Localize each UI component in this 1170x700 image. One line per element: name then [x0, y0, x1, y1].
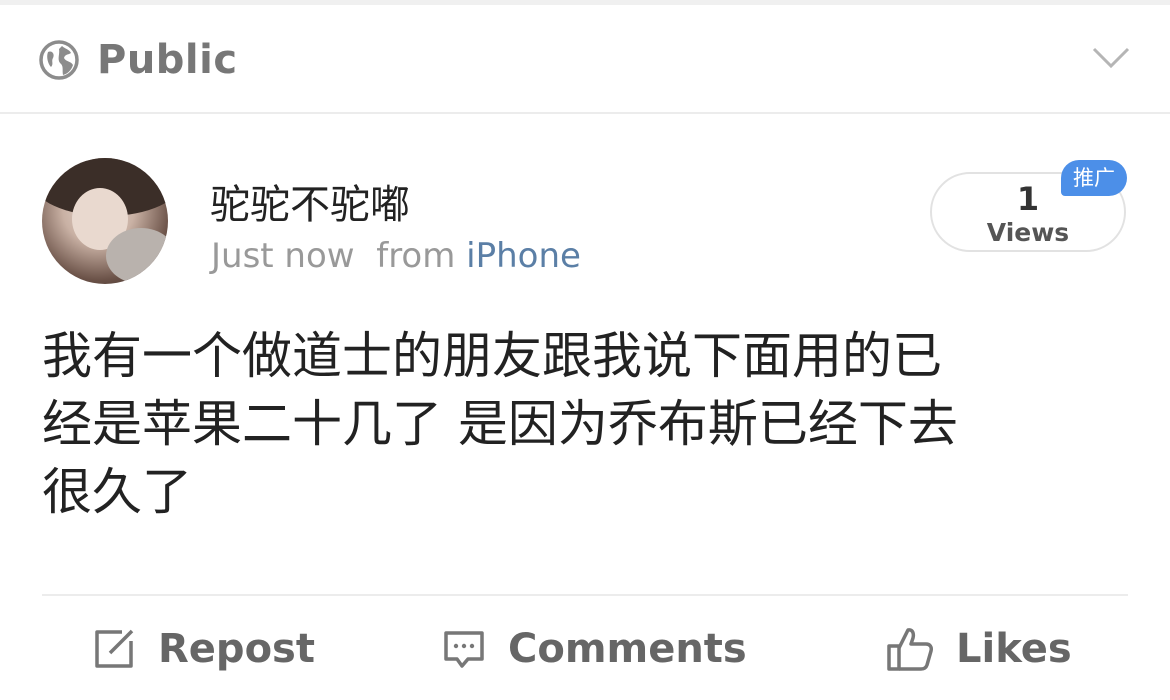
repost-button[interactable]: Repost: [92, 624, 315, 674]
visibility-selector[interactable]: Public: [0, 5, 1170, 114]
post-meta: Just now from iPhone: [211, 236, 581, 276]
post-time: Just now: [211, 236, 355, 276]
views-label: Views: [986, 218, 1070, 247]
post-text-line: 经是苹果二十几了 是因为乔布斯已经下去: [42, 395, 958, 453]
chevron-down-icon[interactable]: [1092, 47, 1130, 69]
globe-icon: [39, 40, 79, 80]
edit-icon: [95, 629, 134, 668]
thumbs-up-icon: [887, 628, 933, 671]
likes-label: Likes: [956, 626, 1072, 672]
post-text-line: 我有一个做道士的朋友跟我说下面用的已: [42, 327, 942, 385]
author-name[interactable]: 驼驼不驼嘟: [210, 172, 410, 230]
comment-icon: [444, 631, 484, 668]
source-prefix: from: [376, 236, 456, 276]
likes-button[interactable]: Likes: [886, 624, 1072, 674]
post-text-line: 很久了: [42, 463, 192, 521]
repost-label: Repost: [158, 626, 315, 672]
action-divider: [42, 594, 1128, 596]
promote-badge[interactable]: 推广: [1061, 160, 1127, 196]
avatar[interactable]: [42, 158, 168, 284]
visibility-label: Public: [97, 37, 238, 83]
comments-button[interactable]: Comments: [442, 624, 747, 674]
post-text: 我有一个做道士的朋友跟我说下面用的已 经是苹果二十几了 是因为乔布斯已经下去 很…: [42, 322, 1132, 526]
post-source[interactable]: iPhone: [466, 236, 581, 276]
comments-label: Comments: [508, 626, 747, 672]
